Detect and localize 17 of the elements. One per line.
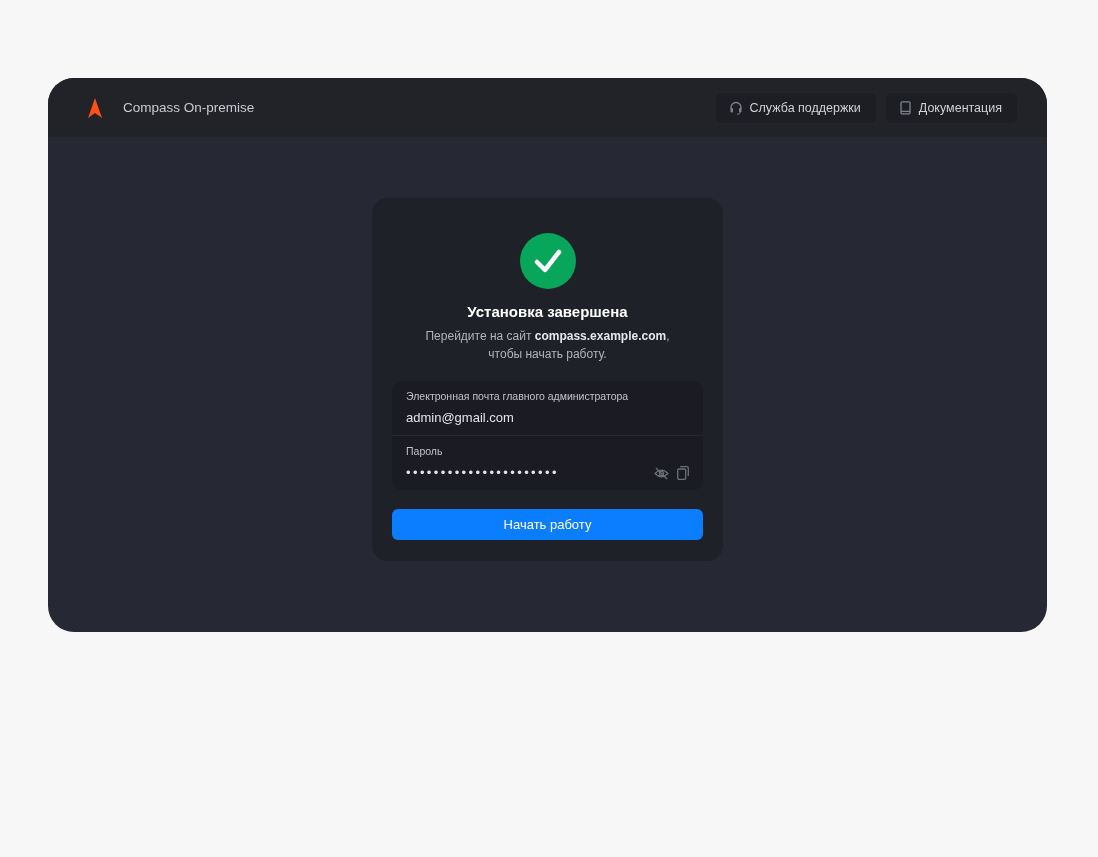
- email-field[interactable]: Электронная почта главного администратора admin@gmail.com: [392, 381, 703, 435]
- password-value: ••••••••••••••••••••••: [406, 464, 559, 482]
- email-value: admin@gmail.com: [406, 409, 514, 427]
- password-field[interactable]: Пароль ••••••••••••••••••••••: [392, 435, 703, 490]
- book-icon: [899, 100, 911, 115]
- start-button[interactable]: Начать работу: [392, 509, 703, 540]
- headset-icon: [729, 100, 742, 115]
- support-button[interactable]: Служба поддержки: [715, 92, 876, 123]
- copy-icon[interactable]: [677, 466, 689, 480]
- app-name: Compass On-premise: [123, 100, 255, 115]
- documentation-button[interactable]: Документация: [885, 92, 1017, 123]
- eye-off-icon[interactable]: [654, 466, 669, 480]
- instruction-text: Перейдите на сайт compass.example.com, чтобы начать работу.: [425, 328, 670, 363]
- field-label: Электронная почта главного администратора: [406, 389, 630, 403]
- arrow-logo-icon: [88, 97, 102, 118]
- card-title: Установка завершена: [467, 302, 628, 322]
- field-label: Пароль: [406, 444, 444, 458]
